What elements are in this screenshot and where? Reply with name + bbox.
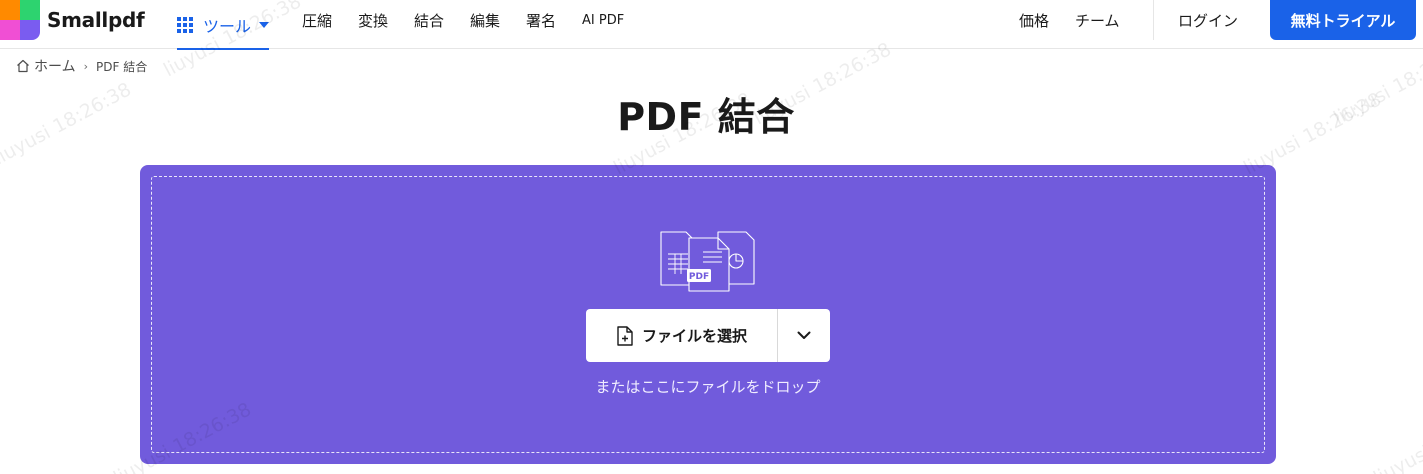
nav-compress[interactable]: 圧縮 (302, 0, 332, 40)
pdf-badge-label: PDF (689, 272, 709, 282)
drop-hint-text: またはここにファイルをドロップ (595, 378, 821, 396)
top-navigation-bar: Smallpdf ツール 圧縮 変換 結合 編集 署名 AI PDF 価格 チー… (0, 0, 1423, 50)
smallpdf-logo-icon (0, 0, 40, 40)
choose-file-button[interactable]: ファイルを選択 (586, 309, 777, 362)
file-add-icon (617, 325, 633, 346)
logo-text: Smallpdf (47, 8, 145, 32)
nav-pricing[interactable]: 価格 (1019, 0, 1049, 40)
home-icon (17, 59, 29, 73)
nav-team[interactable]: チーム (1075, 0, 1120, 40)
page-title: PDF 結合 (617, 95, 795, 139)
nav-sign[interactable]: 署名 (526, 0, 556, 40)
documents-illustration-icon: PDF (660, 231, 755, 292)
breadcrumb-home-link[interactable]: ホーム (34, 56, 76, 76)
smallpdf-logo[interactable]: Smallpdf (0, 0, 145, 40)
tools-menu-button[interactable]: ツール (177, 0, 270, 50)
nav-convert[interactable]: 変換 (358, 0, 388, 40)
nav-edit[interactable]: 編集 (470, 0, 500, 40)
login-link[interactable]: ログイン (1178, 0, 1238, 40)
scrollbar-track[interactable] (1412, 49, 1423, 474)
nav-ai-pdf[interactable]: AI PDF (582, 0, 624, 40)
caret-down-icon (259, 21, 270, 28)
free-trial-button[interactable]: 無料トライアル (1270, 0, 1416, 40)
breadcrumb: ホーム › PDF 結合 (16, 57, 147, 75)
choose-file-label: ファイルを選択 (641, 327, 747, 345)
breadcrumb-separator: › (83, 59, 88, 73)
chevron-down-icon (797, 331, 811, 339)
breadcrumb-current: PDF 結合 (96, 59, 148, 74)
tools-label: ツール (203, 16, 252, 36)
active-tab-underline (177, 48, 270, 50)
grid-icon (177, 16, 193, 33)
header-divider (1153, 0, 1154, 40)
nav-merge[interactable]: 結合 (414, 0, 444, 40)
file-source-dropdown-button[interactable] (777, 309, 830, 362)
